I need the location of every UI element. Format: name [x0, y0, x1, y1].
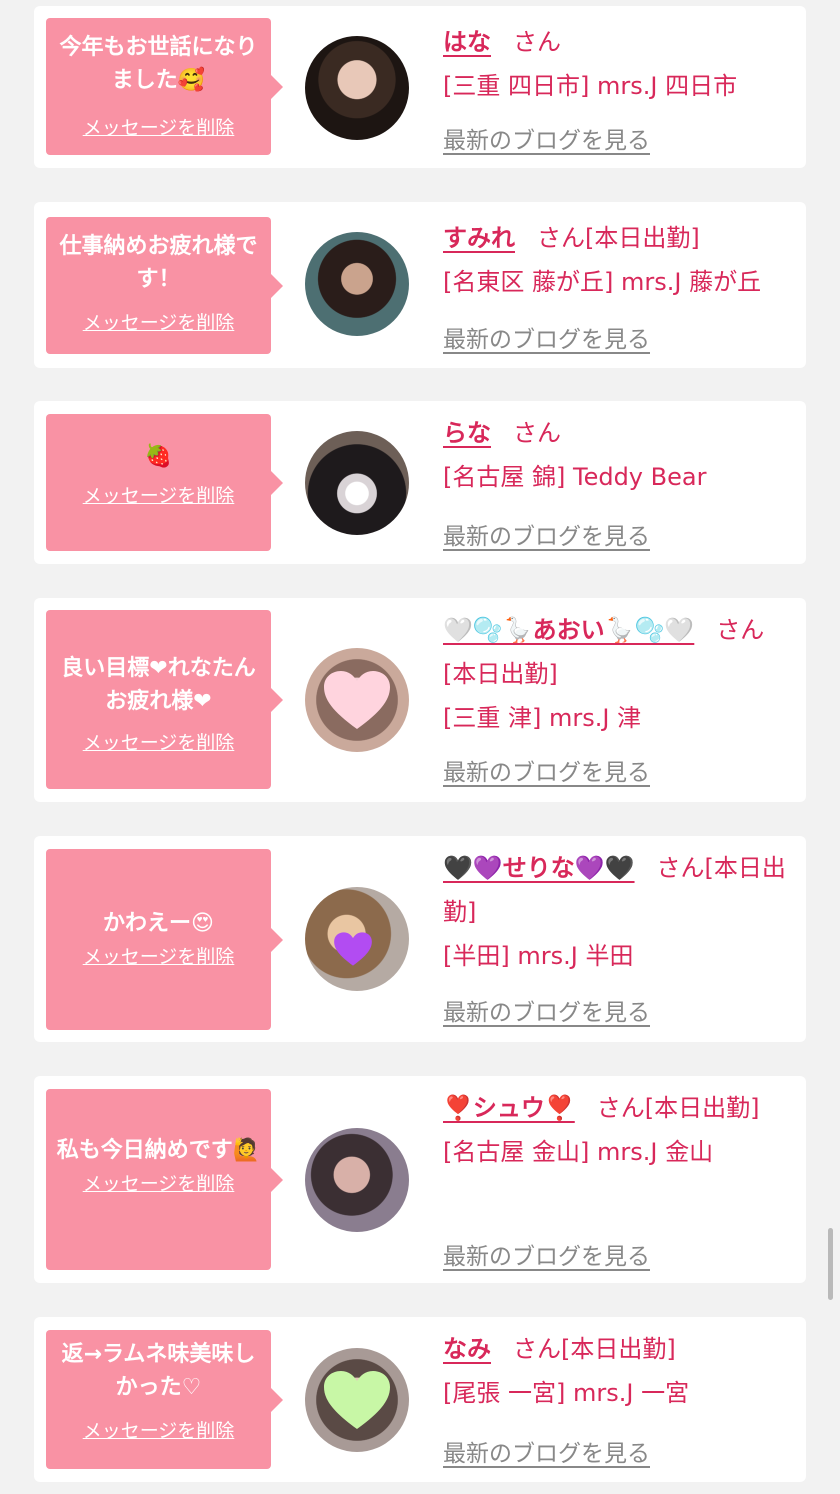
message-text: 🍓	[144, 444, 173, 469]
latest-blog-link[interactable]: 最新のブログを見る	[443, 993, 650, 1027]
avatar[interactable]	[305, 36, 409, 140]
shop-area: [三重 津] mrs.J 津	[443, 704, 642, 732]
avatar[interactable]	[305, 648, 409, 752]
heart-sticker	[324, 1371, 390, 1429]
latest-blog-link[interactable]: 最新のブログを見る	[443, 517, 650, 551]
avatar[interactable]	[305, 431, 409, 535]
girl-name-link[interactable]: 🖤💜せりな💜🖤	[443, 854, 635, 882]
message-card: かわえー😍 メッセージを削除 🖤💜せりな💜🖤 さん[本日出勤] [半田] mrs.…	[34, 836, 806, 1042]
shop-area: [名古屋 錦] Teddy Bear	[443, 463, 707, 491]
girl-info: ❣️シュウ❣️ さん[本日出勤] [名古屋 金山] mrs.J 金山	[443, 1086, 793, 1174]
message-card: 今年もお世話になりました🥰 メッセージを削除 はな さん [三重 四日市] mrs…	[34, 6, 806, 168]
delete-message-link[interactable]: メッセージを削除	[83, 481, 235, 508]
girl-info: 🖤💜せりな💜🖤 さん[本日出勤] [半田] mrs.J 半田	[443, 846, 793, 978]
scrollbar[interactable]	[828, 1228, 833, 1300]
status-badge: [本日出勤]	[443, 660, 558, 688]
message-bubble: 良い目標❤れなたんお疲れ様❤ メッセージを削除	[46, 610, 283, 789]
message-text: 今年もお世話になりました🥰	[59, 35, 258, 93]
honorific: さん	[513, 28, 561, 56]
status-badge: [本日出勤]	[561, 1335, 676, 1363]
message-bubble: 今年もお世話になりました🥰 メッセージを削除	[46, 18, 283, 155]
girl-name-link[interactable]: すみれ	[443, 224, 515, 252]
message-text: かわえー😍	[103, 911, 214, 936]
delete-message-link[interactable]: メッセージを削除	[83, 1169, 235, 1196]
message-card: 🍓 メッセージを削除 らな さん [名古屋 錦] Teddy Bear 最新のブロ…	[34, 401, 806, 564]
status-badge: [本日出勤]	[644, 1094, 760, 1122]
message-bubble: 仕事納めお疲れ様です！ メッセージを削除	[46, 217, 283, 354]
girl-name-link[interactable]: らな	[443, 419, 491, 447]
girl-name-link[interactable]: 🤍🫧🪿あおい🪿🫧🤍	[443, 616, 694, 644]
honorific: さん	[537, 224, 585, 252]
latest-blog-link[interactable]: 最新のブログを見る	[443, 121, 650, 155]
message-card: 返→ラムネ味美味しかった♡ メッセージを削除 なみ さん[本日出勤] [尾張 一宮…	[34, 1317, 806, 1482]
girl-info: すみれ さん[本日出勤] [名東区 藤が丘] mrs.J 藤が丘	[443, 216, 793, 304]
honorific: さん	[656, 854, 705, 882]
honorific: さん	[513, 419, 561, 447]
shop-area: [半田] mrs.J 半田	[443, 942, 634, 970]
heart-sticker	[324, 671, 390, 729]
girl-name-link[interactable]: なみ	[443, 1335, 491, 1363]
honorific: さん	[596, 1094, 645, 1122]
heart-sticker	[334, 932, 372, 966]
status-badge: [本日出勤]	[585, 224, 700, 252]
message-bubble: 私も今日納めです🙋 メッセージを削除	[46, 1089, 283, 1270]
delete-message-link[interactable]: メッセージを削除	[83, 308, 235, 335]
message-bubble: 返→ラムネ味美味しかった♡ メッセージを削除	[46, 1330, 283, 1469]
honorific: さん	[716, 616, 765, 644]
message-card: 良い目標❤れなたんお疲れ様❤ メッセージを削除 🤍🫧🪿あおい🪿🫧🤍 さん [本日出勤…	[34, 598, 806, 802]
shop-area: [名古屋 金山] mrs.J 金山	[443, 1138, 714, 1166]
delete-message-link[interactable]: メッセージを削除	[83, 1416, 235, 1443]
delete-message-link[interactable]: メッセージを削除	[83, 113, 235, 140]
shop-area: [名東区 藤が丘] mrs.J 藤が丘	[443, 268, 762, 296]
latest-blog-link[interactable]: 最新のブログを見る	[443, 753, 650, 787]
message-bubble: かわえー😍 メッセージを削除	[46, 849, 283, 1030]
honorific: さん	[513, 1335, 561, 1363]
delete-message-link[interactable]: メッセージを削除	[83, 728, 235, 755]
latest-blog-link[interactable]: 最新のブログを見る	[443, 1434, 650, 1468]
girl-name-link[interactable]: はな	[443, 28, 491, 56]
avatar[interactable]	[305, 232, 409, 336]
girl-info: はな さん [三重 四日市] mrs.J 四日市	[443, 20, 793, 108]
girl-name-link[interactable]: ❣️シュウ❣️	[443, 1094, 575, 1122]
shop-area: [尾張 一宮] mrs.J 一宮	[443, 1379, 690, 1407]
latest-blog-link[interactable]: 最新のブログを見る	[443, 320, 650, 354]
girl-info: らな さん [名古屋 錦] Teddy Bear	[443, 411, 793, 499]
message-card: 仕事納めお疲れ様です！ メッセージを削除 すみれ さん[本日出勤] [名東区 藤が…	[34, 202, 806, 368]
girl-info: なみ さん[本日出勤] [尾張 一宮] mrs.J 一宮	[443, 1327, 793, 1415]
message-card: 私も今日納めです🙋 メッセージを削除 ❣️シュウ❣️ さん[本日出勤] [名古屋 …	[34, 1076, 806, 1283]
shop-area: [三重 四日市] mrs.J 四日市	[443, 72, 738, 100]
avatar[interactable]	[305, 887, 409, 991]
message-text: 私も今日納めです🙋	[56, 1138, 261, 1163]
message-text: 仕事納めお疲れ様です！	[59, 234, 258, 292]
message-text: 良い目標❤れなたんお疲れ様❤	[61, 656, 256, 714]
message-text: 返→ラムネ味美味しかった♡	[61, 1342, 256, 1400]
avatar[interactable]	[305, 1348, 409, 1452]
girl-info: 🤍🫧🪿あおい🪿🫧🤍 さん [本日出勤] [三重 津] mrs.J 津	[443, 608, 793, 740]
message-bubble: 🍓 メッセージを削除	[46, 414, 283, 551]
avatar[interactable]	[305, 1128, 409, 1232]
latest-blog-link[interactable]: 最新のブログを見る	[443, 1237, 650, 1271]
delete-message-link[interactable]: メッセージを削除	[83, 942, 235, 969]
